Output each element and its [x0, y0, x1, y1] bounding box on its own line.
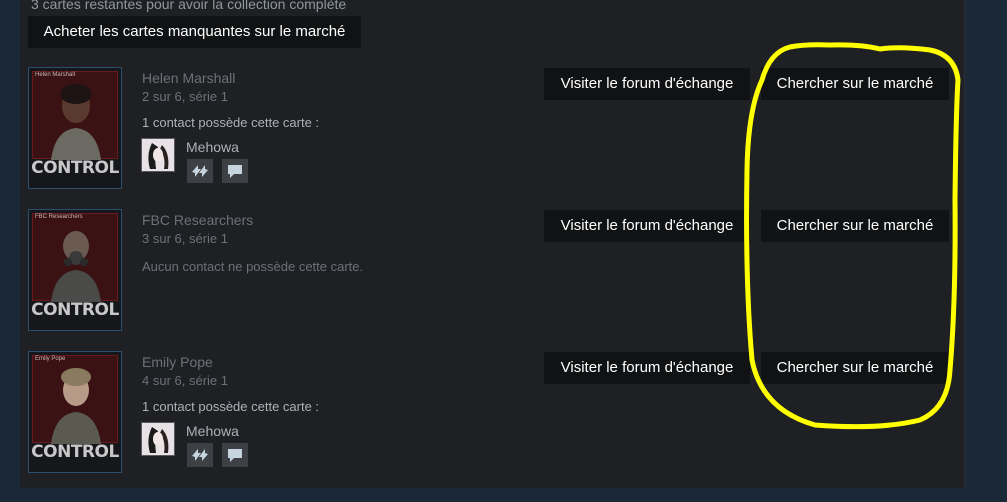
trading-card-image[interactable]: FBC Researchers CONTROL: [28, 209, 122, 331]
card-title: FBC Researchers: [142, 212, 254, 228]
search-market-button[interactable]: Chercher sur le marché: [761, 210, 949, 242]
card-progress: 3 sur 6, série 1: [142, 231, 228, 246]
trade-icon: [192, 165, 208, 177]
control-logo: CONTROL: [31, 300, 119, 320]
control-logo: CONTROL: [31, 442, 119, 462]
card-mini-label: Helen Marshall: [35, 72, 76, 78]
card-art: Emily Pope: [32, 355, 118, 444]
card-art: Helen Marshall: [32, 71, 118, 160]
friend-name[interactable]: Mehowa: [186, 139, 239, 155]
trading-card-image[interactable]: Emily Pope CONTROL: [28, 351, 122, 473]
card-progress: 2 sur 6, série 1: [142, 89, 228, 104]
buy-missing-cards-button[interactable]: Acheter les cartes manquantes sur le mar…: [28, 16, 361, 48]
remaining-cards-note: 3 cartes restantes pour avoir la collect…: [31, 0, 347, 12]
visit-trade-forum-button[interactable]: Visiter le forum d'échange: [544, 210, 750, 242]
trade-icon: [192, 449, 208, 461]
visit-trade-forum-button[interactable]: Visiter le forum d'échange: [544, 68, 750, 100]
trading-card-image[interactable]: Helen Marshall CONTROL: [28, 67, 122, 189]
visit-trade-forum-button[interactable]: Visiter le forum d'échange: [544, 352, 750, 384]
send-message-button[interactable]: [222, 443, 248, 467]
card-title: Emily Pope: [142, 354, 213, 370]
card-progress: 4 sur 6, série 1: [142, 373, 228, 388]
chat-icon: [228, 165, 242, 178]
send-message-button[interactable]: [222, 159, 248, 183]
card-mini-label: Emily Pope: [35, 356, 66, 362]
owners-text: 1 contact possède cette carte :: [142, 115, 320, 130]
search-market-button[interactable]: Chercher sur le marché: [761, 352, 949, 384]
card-mini-label: FBC Researchers: [35, 214, 83, 220]
friend-avatar[interactable]: [141, 422, 175, 456]
owners-text: Aucun contact ne possède cette carte.: [142, 259, 364, 274]
trade-offer-button[interactable]: [187, 159, 213, 183]
portrait-image: [51, 84, 101, 160]
avatar-image: [142, 139, 174, 171]
avatar-image: [142, 423, 174, 455]
control-logo: CONTROL: [31, 158, 119, 178]
portrait-image: [51, 231, 101, 302]
owners-text: 1 contact possède cette carte :: [142, 399, 320, 414]
friend-name[interactable]: Mehowa: [186, 423, 239, 439]
search-market-button[interactable]: Chercher sur le marché: [761, 68, 949, 100]
trade-offer-button[interactable]: [187, 443, 213, 467]
card-title: Helen Marshall: [142, 70, 236, 86]
friend-avatar[interactable]: [141, 138, 175, 172]
card-art: FBC Researchers: [32, 213, 118, 302]
portrait-image: [51, 368, 101, 444]
chat-icon: [228, 449, 242, 462]
